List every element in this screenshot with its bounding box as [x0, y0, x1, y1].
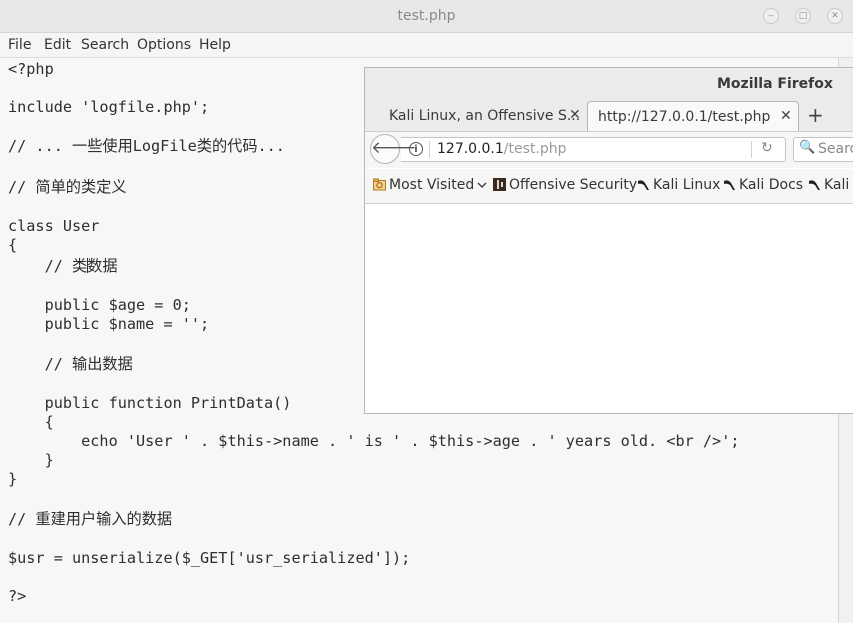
- bookmark-kali-linux[interactable]: Kali Linux: [637, 177, 720, 193]
- new-tab-button[interactable]: +: [807, 103, 824, 127]
- firefox-window-title: Mozilla Firefox: [717, 76, 833, 92]
- bookmark-kali-docs[interactable]: Kali Docs: [723, 177, 803, 193]
- editor-titlebar[interactable]: test.php ‒ □ ✕: [0, 0, 853, 33]
- back-button[interactable]: 🡐: [370, 134, 417, 164]
- minimize-button[interactable]: ‒: [763, 8, 779, 24]
- tab-label: Kali Linux, an Offensive S...: [389, 108, 581, 124]
- code-line: // 输出数据: [8, 355, 133, 373]
- bookmark-label: Kali: [824, 177, 850, 193]
- tab-label: http://127.0.0.1/test.php: [598, 109, 771, 125]
- code-line: // 简单的类定义: [8, 178, 127, 196]
- code-line: {: [8, 236, 18, 254]
- menu-options[interactable]: Options: [137, 37, 191, 53]
- bookmark-label: Offensive Security: [509, 177, 638, 193]
- back-arrow-icon: 🡐: [371, 138, 417, 158]
- editor-menubar: File Edit Search Options Help: [0, 33, 853, 58]
- code-line: // 重建用户输入的数据: [8, 510, 173, 528]
- code-line: }: [8, 470, 18, 488]
- kali-dragon-icon: [809, 180, 820, 190]
- code-line-with-caret: // 类数据: [8, 257, 118, 275]
- code-line: ?>: [8, 587, 27, 605]
- chevron-down-icon: [477, 182, 487, 189]
- url-text[interactable]: 127.0.0.1/test.php: [437, 141, 567, 157]
- code-line: <?php: [8, 60, 54, 78]
- code-fragment: 数据: [87, 257, 118, 275]
- code-line: echo 'User ' . $this->name . ' is ' . $t…: [8, 432, 740, 450]
- tab-test-php[interactable]: http://127.0.0.1/test.php ✕: [587, 101, 799, 131]
- search-icon: 🔍: [799, 140, 816, 155]
- url-path: /test.php: [503, 141, 567, 157]
- bookmark-label: Most Visited: [389, 177, 475, 193]
- code-line: public $name = '';: [8, 315, 210, 333]
- bookmark-offensive-security[interactable]: Offensive Security: [493, 177, 637, 193]
- close-button[interactable]: ✕: [827, 8, 843, 24]
- url-bar[interactable]: i 127.0.0.1/test.php ↻: [401, 137, 786, 162]
- tab-close-icon[interactable]: ✕: [569, 107, 581, 123]
- firefox-navbar: i 127.0.0.1/test.php ↻ 🡐 🔍 Search: [365, 132, 853, 168]
- code-line: {: [8, 413, 54, 431]
- code-line: public function PrintData(): [8, 394, 292, 412]
- menu-search[interactable]: Search: [81, 37, 129, 53]
- firefox-window: Mozilla Firefox Kali Linux, an Offensive…: [364, 67, 853, 414]
- urlbar-divider: [429, 141, 430, 158]
- kali-dragon-icon: [724, 180, 735, 190]
- urlbar-divider: [751, 141, 752, 158]
- code-line: include 'logfile.php';: [8, 98, 210, 116]
- bookmark-label: Kali Linux: [653, 177, 721, 193]
- code-line: public $age = 0;: [8, 296, 191, 314]
- folder-icon: [373, 178, 386, 191]
- search-box[interactable]: 🔍 Search: [793, 137, 853, 162]
- bookmark-kali[interactable]: Kali: [808, 177, 849, 193]
- page-content-blank[interactable]: [365, 204, 853, 413]
- editor-title: test.php: [397, 8, 456, 24]
- bookmarks-toolbar: Most Visited Offensive Security Kali Lin…: [365, 169, 853, 204]
- bookmark-label: Kali Docs: [739, 177, 804, 193]
- kali-dragon-icon: [638, 180, 649, 190]
- search-placeholder: Search: [818, 141, 853, 157]
- code-line: }: [8, 451, 54, 469]
- menu-file[interactable]: File: [8, 37, 31, 53]
- firefox-titlebar[interactable]: Mozilla Firefox: [365, 68, 853, 100]
- code-line: // ... 一些使用LogFile类的代码...: [8, 137, 285, 155]
- menu-edit[interactable]: Edit: [44, 37, 71, 53]
- code-fragment: // 类: [8, 257, 88, 275]
- tab-close-icon[interactable]: ✕: [780, 108, 792, 124]
- reload-icon[interactable]: ↻: [761, 140, 773, 156]
- url-host: 127.0.0.1: [437, 141, 504, 157]
- firefox-tab-strip: Kali Linux, an Offensive S... ✕ http://1…: [365, 100, 853, 132]
- menu-help[interactable]: Help: [199, 37, 231, 53]
- code-line: $usr = unserialize($_GET['usr_serialized…: [8, 549, 411, 567]
- tab-kali-linux[interactable]: Kali Linux, an Offensive S... ✕: [371, 101, 585, 131]
- code-line: class User: [8, 217, 100, 235]
- bookmark-most-visited[interactable]: Most Visited: [373, 177, 487, 193]
- maximize-button[interactable]: □: [795, 8, 811, 24]
- offsec-icon: [493, 178, 506, 191]
